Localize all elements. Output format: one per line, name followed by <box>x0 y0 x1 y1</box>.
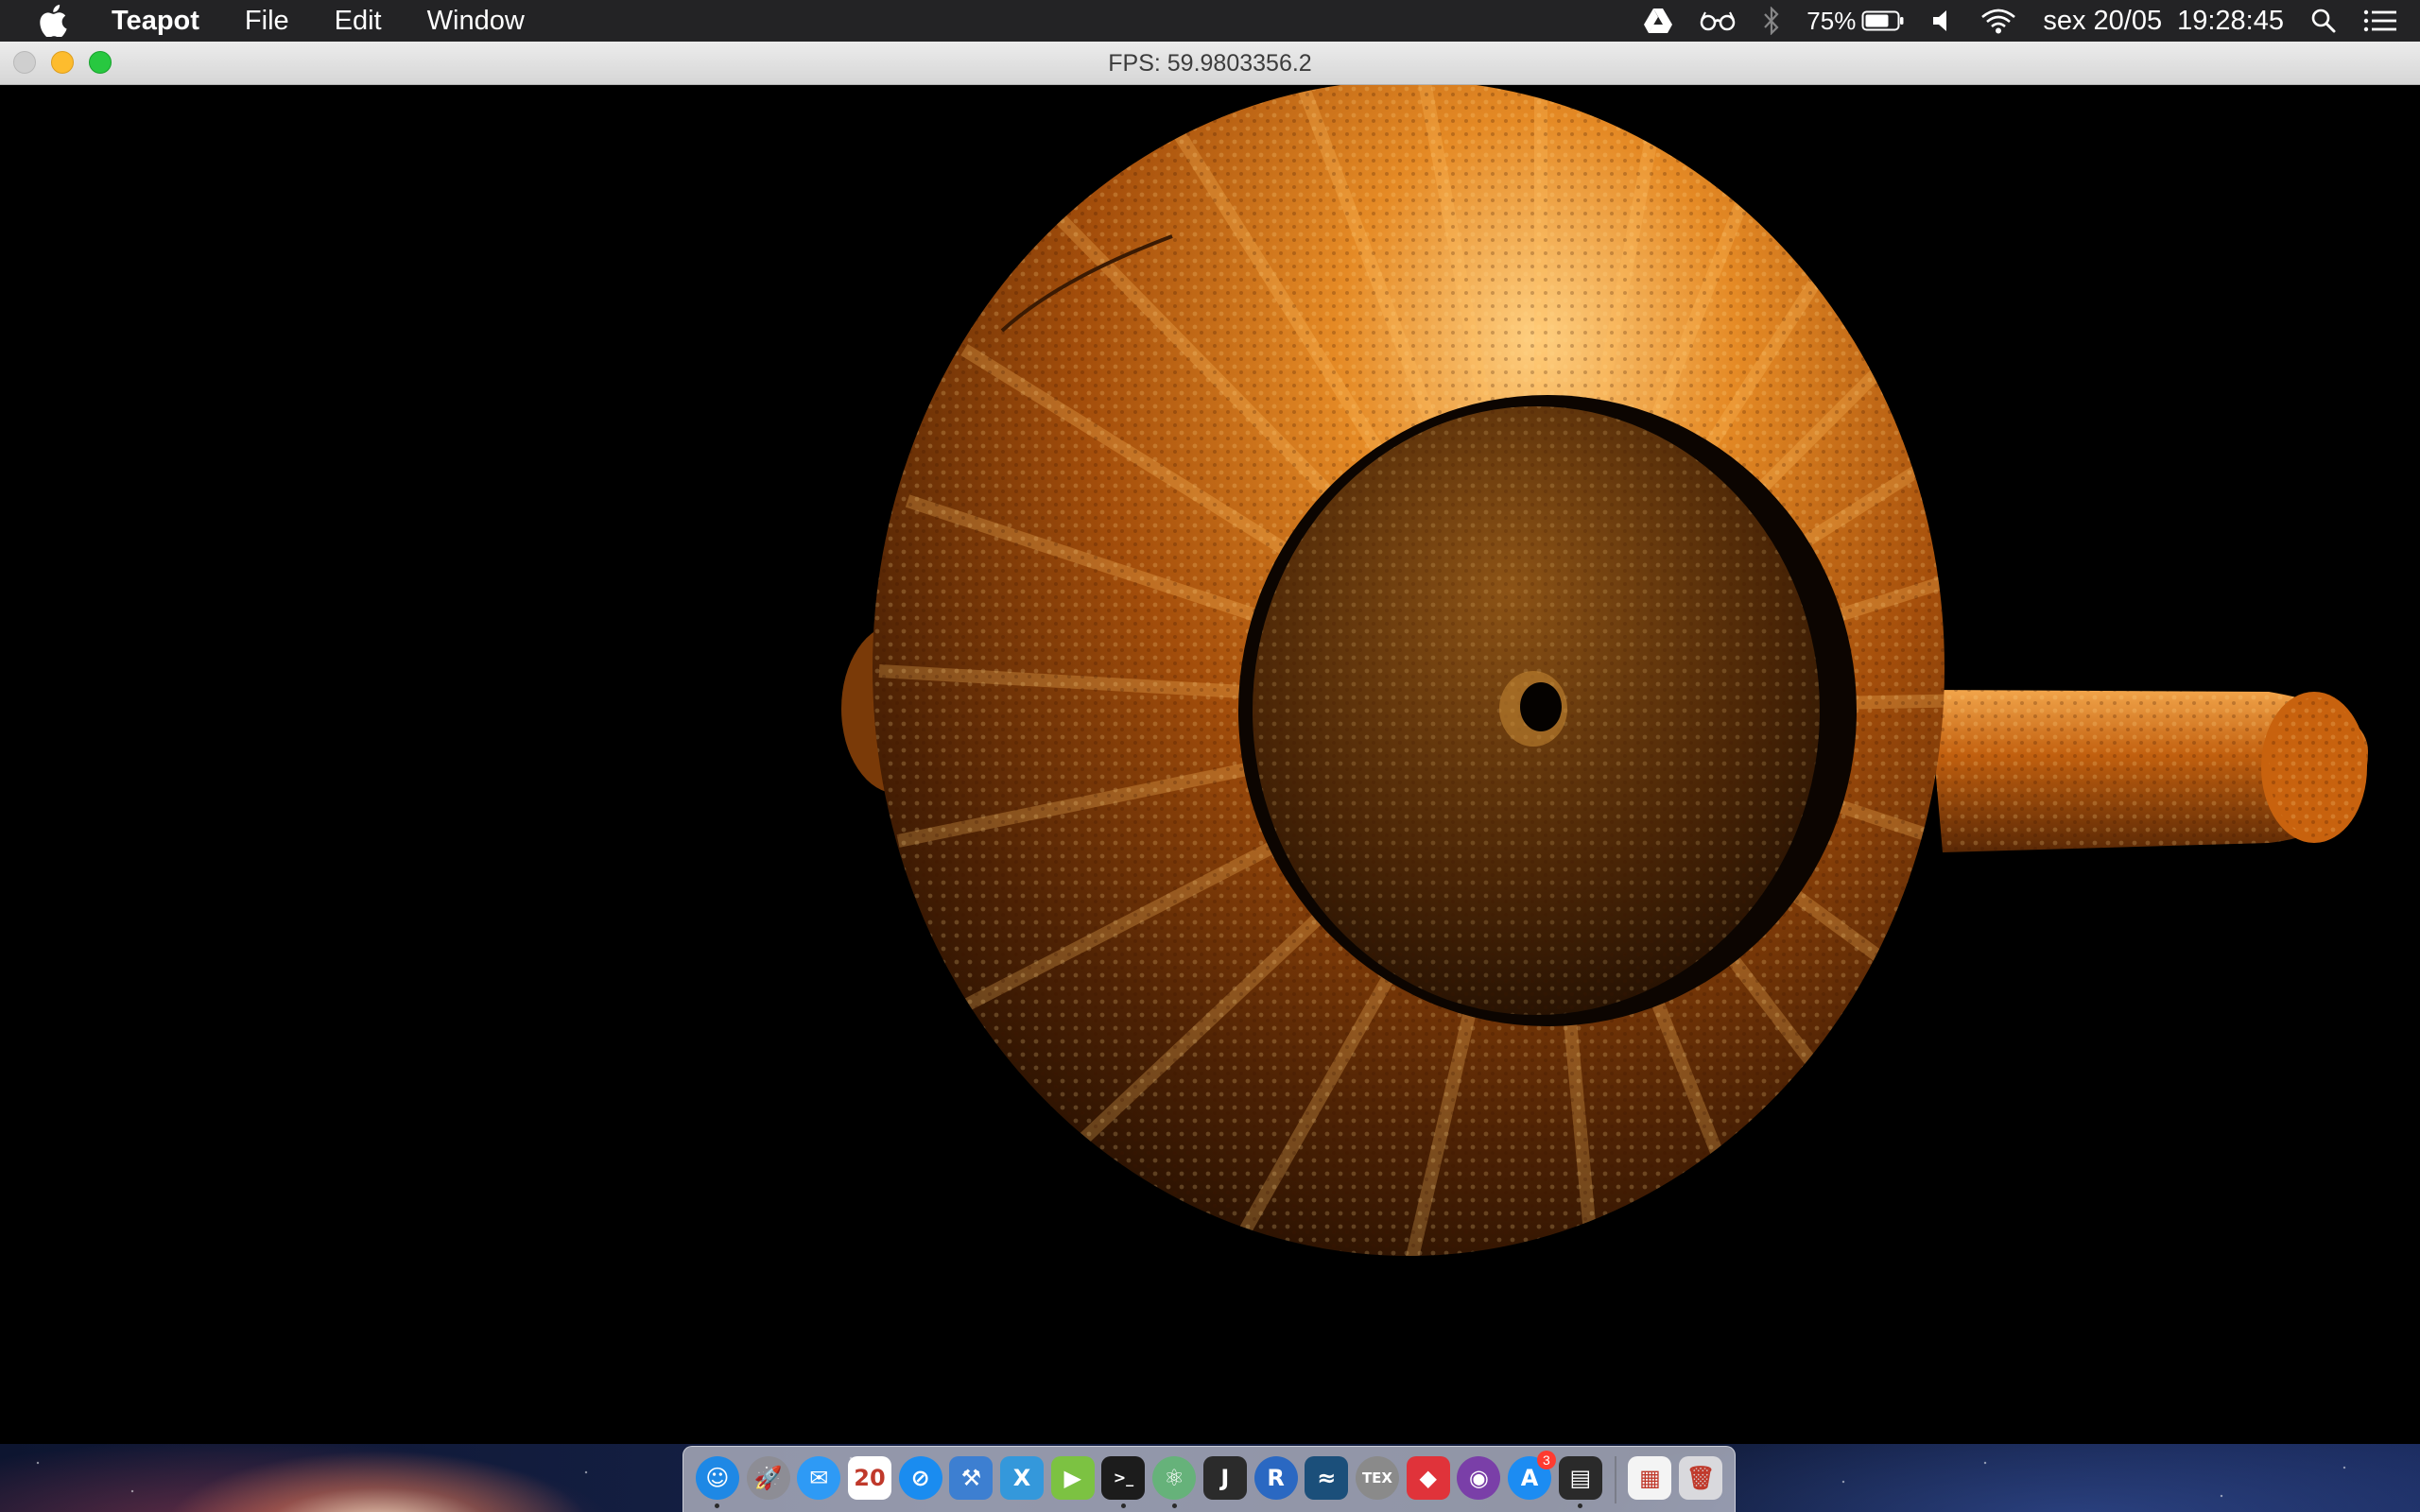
dock-item-trash[interactable]: 🗑 <box>1678 1451 1723 1509</box>
battery-percent: 75% <box>1806 6 1857 35</box>
dock-glyph: 🚀 <box>753 1464 783 1491</box>
glasses-icon[interactable] <box>1699 0 1737 42</box>
dock-separator <box>1614 1455 1616 1503</box>
xamarin-icon: X <box>1000 1455 1045 1500</box>
dock-glyph: ⚒ <box>960 1464 982 1491</box>
notification-center-icon[interactable] <box>2363 0 2397 42</box>
dock-item-finder[interactable]: ☺ <box>695 1451 740 1509</box>
finder-icon: ☺ <box>695 1455 739 1500</box>
dock-item-launchpad[interactable]: 🚀 <box>746 1451 791 1509</box>
dock-glyph: J <box>1220 1464 1230 1491</box>
dock-item-safari[interactable]: ⊘ <box>898 1451 943 1509</box>
dock-item-terminal[interactable]: >_ <box>1101 1451 1147 1509</box>
hammer-icon: ⚒ <box>949 1455 994 1500</box>
teapot-spout <box>1876 690 2368 852</box>
clock-date[interactable]: sex 20/05 <box>2043 0 2162 42</box>
dock-glyph: ◉ <box>1468 1464 1489 1491</box>
atom-icon: ⚛ <box>1152 1455 1197 1500</box>
battery-icon <box>1861 10 1904 31</box>
dock-item-git[interactable]: ◆ <box>1406 1451 1451 1509</box>
bluetooth-icon[interactable] <box>1763 0 1780 42</box>
dock-glyph: ▦ <box>1639 1464 1661 1491</box>
battery-status[interactable]: 75% <box>1806 0 1905 42</box>
app-menu-teapot[interactable]: Teapot <box>100 0 222 42</box>
dock-glyph: 20 <box>854 1464 886 1491</box>
menu-bar: Teapot File Edit Window 75% sex 20/05 19… <box>0 0 2420 42</box>
dock-glyph: A <box>1520 1464 1539 1491</box>
menu-window[interactable]: Window <box>405 0 547 42</box>
teapot-lid <box>1238 395 1857 1026</box>
opengl-viewport[interactable] <box>0 85 2420 1444</box>
dock-item-xcode-instruments[interactable]: ⚒ <box>949 1451 994 1509</box>
dock-glyph: R <box>1267 1464 1285 1491</box>
dock-glyph: ▤ <box>1569 1464 1592 1491</box>
clock-time[interactable]: 19:28:45 <box>2177 0 2284 42</box>
trash-can-icon: 🗑 <box>1679 1455 1723 1500</box>
launchpad-icon: 🚀 <box>746 1455 790 1500</box>
dock-glyph: TEX <box>1361 1469 1392 1486</box>
window-title-bar[interactable]: FPS: 59.9803356.2 <box>0 42 2420 85</box>
dock-glyph: ✉ <box>809 1464 829 1491</box>
git-diamond-icon: ◆ <box>1406 1455 1450 1500</box>
dock-glyph: ▶ <box>1063 1464 1081 1491</box>
dock-glyph: ◆ <box>1419 1464 1437 1491</box>
tex-icon: TEX <box>1355 1455 1399 1500</box>
calendar-icon: 20 <box>847 1455 891 1500</box>
dock-glyph: 🗑 <box>1685 1464 1716 1491</box>
google-drive-icon[interactable] <box>1644 0 1673 42</box>
dolphin-icon: ≈ <box>1305 1455 1349 1500</box>
teapot-render <box>841 85 2368 1256</box>
dock-glyph: X <box>1012 1464 1031 1491</box>
dock-item-app-store[interactable]: A3 <box>1507 1450 1556 1509</box>
dock-item-r[interactable]: R <box>1253 1451 1299 1509</box>
notification-badge: 3 <box>1536 1450 1556 1469</box>
dock-item-document[interactable]: ▦ <box>1628 1451 1673 1509</box>
mail-icon: ✉ <box>797 1455 841 1500</box>
speaker-icon[interactable] <box>1931 0 1954 42</box>
intellij-icon: J <box>1202 1455 1247 1500</box>
running-indicator <box>1171 1503 1177 1508</box>
terminal-icon: >_ <box>1101 1455 1146 1500</box>
dock-glyph: >_ <box>1113 1469 1134 1486</box>
dock-glyph: ☺ <box>705 1464 730 1491</box>
dock-glyph: ⚛ <box>1164 1464 1184 1491</box>
play-icon: ▶ <box>1050 1455 1095 1500</box>
running-indicator <box>715 1503 720 1508</box>
dock-glyph: ⊘ <box>910 1464 930 1491</box>
dock-item-xamarin[interactable]: X <box>999 1451 1045 1509</box>
github-octocat-icon: ◉ <box>1457 1455 1501 1500</box>
dock-item-player[interactable]: ▶ <box>1050 1451 1096 1509</box>
dock-glyph: ≈ <box>1317 1464 1337 1491</box>
document-file-icon: ▦ <box>1628 1455 1672 1500</box>
console-icon: ▤ <box>1558 1455 1602 1500</box>
dock-item-calendar[interactable]: 20 <box>847 1451 892 1509</box>
dock-item-atom[interactable]: ⚛ <box>1151 1451 1197 1509</box>
dock: ☺ 🚀 ✉ 20 ⊘ ⚒ X ▶ >_ ⚛ J R ≈ TEX ◆ ◉ A 3 ▤ ▦ 🗑 <box>683 1446 1736 1512</box>
dock-item-tex[interactable]: TEX <box>1355 1451 1400 1509</box>
dock-item-intellij[interactable]: J <box>1202 1451 1248 1509</box>
window-title: FPS: 59.9803356.2 <box>1108 50 1312 77</box>
r-lang-icon: R <box>1253 1455 1298 1500</box>
apple-logo-icon[interactable] <box>34 2 72 40</box>
dock-item-mysql-workbench[interactable]: ≈ <box>1304 1451 1349 1509</box>
running-indicator <box>1578 1503 1583 1508</box>
dock-item-console[interactable]: ▤ <box>1558 1451 1603 1509</box>
menu-edit[interactable]: Edit <box>312 0 405 42</box>
menu-file[interactable]: File <box>222 0 312 42</box>
spotlight-icon[interactable] <box>2310 0 2337 42</box>
running-indicator <box>1120 1503 1126 1508</box>
dock-item-github[interactable]: ◉ <box>1457 1451 1502 1509</box>
safari-compass-icon: ⊘ <box>898 1455 942 1500</box>
wifi-icon[interactable] <box>1980 0 2016 42</box>
dock-item-airmail[interactable]: ✉ <box>796 1451 841 1509</box>
